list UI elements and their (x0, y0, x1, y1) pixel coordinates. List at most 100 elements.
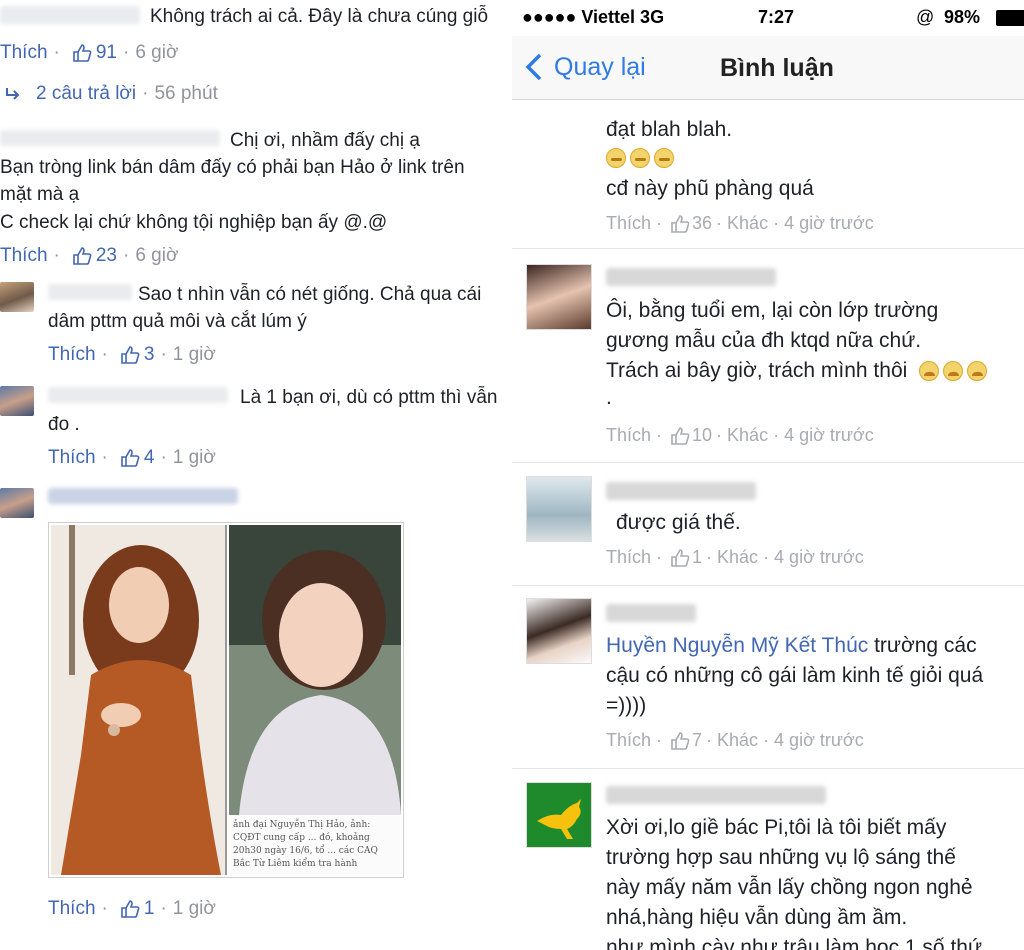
carrier-signal: ●●●●● Viettel 3G (522, 7, 665, 27)
comment-line: cđ này phũ phàng quá (606, 177, 814, 200)
comment-time: 6 giờ (135, 245, 179, 266)
like-link[interactable]: Thích (48, 447, 96, 469)
avatar[interactable] (0, 282, 34, 312)
battery-percent: 98% (944, 7, 981, 27)
meta-rest[interactable]: · Khác · 4 giờ trước (706, 547, 864, 568)
comment-meta: Thích · 10 · Khác · 4 giờ trước (606, 425, 874, 446)
comment-line: Bạn tròng link bán dâm đấy có phải bạn H… (0, 157, 465, 178)
comment-line: nhá,hàng hiệu vẫn dùng ầm ầm. (606, 906, 908, 929)
kangaroo-logo[interactable] (526, 782, 592, 848)
nav-bar: Quay lại Bình luận (512, 36, 1024, 100)
comment-line: Sao t nhìn vẫn có nét giống. Chả qua cái (138, 284, 482, 305)
thumbs-up-icon (73, 44, 92, 62)
emoji-row (606, 146, 678, 170)
divider (512, 585, 1024, 586)
comment-line: dâm pttm quả môi và cắt lúm ý (48, 311, 307, 332)
comment-line: cậu có những cô gái làm kinh tế giỏi quá (606, 664, 984, 687)
thumbs-up-icon (671, 426, 690, 445)
comment-line: Xời ơi,lo giề bác Pi,tôi là tôi biết mấy (606, 816, 947, 839)
comment-meta: Thích · 1 · 1 giờ (48, 898, 216, 920)
like-count: 3 (143, 344, 155, 365)
comment-time: 1 giờ (172, 344, 216, 365)
comment-meta: Thích · 7 · Khác · 4 giờ trước (606, 730, 864, 751)
emoji-icon (654, 148, 674, 169)
comment-meta: Thích · 23 · 6 giờ (0, 245, 179, 267)
like-count: 10 (692, 425, 713, 445)
like-link[interactable]: Thích · (606, 425, 662, 446)
comment-line: này mấy năm vẫn lấy chồng ngon nghẻ (606, 876, 973, 899)
comment-meta: Thích · 4 · 1 giờ (48, 447, 216, 469)
avatar[interactable] (0, 488, 34, 518)
comment-line: C check lại chứ không tội nghiệp bạn ấy … (0, 212, 388, 233)
like-link[interactable]: Thích · (606, 547, 662, 568)
thumbs-up-icon (671, 548, 690, 567)
comment-line: Huyền Nguyễn Mỹ Kết Thúc trường các (606, 634, 977, 658)
thumbs-up-icon (73, 247, 92, 265)
like-count: 7 (692, 730, 703, 750)
comment-line: Là 1 bạn ơi, dù có pttm thì vẫn (240, 387, 498, 408)
avatar[interactable] (0, 386, 34, 416)
emoji-icon (606, 148, 626, 169)
replies-row[interactable]: 2 câu trả lời · 56 phút (4, 83, 218, 105)
comment-line: mặt mà ạ (0, 184, 80, 205)
blurred-name (606, 604, 696, 628)
back-label[interactable]: Quay lại (554, 53, 646, 82)
like-link[interactable]: Thích · (606, 213, 662, 234)
like-link[interactable]: Thích · (606, 730, 662, 751)
blurred-name (606, 482, 756, 506)
like-link[interactable]: Thích (0, 245, 48, 267)
like-link[interactable]: Thích (48, 344, 96, 366)
like-count: 23 (95, 245, 117, 266)
divider (512, 462, 1024, 463)
replies-link[interactable]: 2 câu trả lời (36, 83, 136, 105)
comment-text: trường các (868, 634, 977, 657)
emoji-icon (943, 361, 964, 382)
left-comment-panel: Không trách ai cả. Đây là chưa cúng giỗ … (0, 0, 512, 950)
replies-time: 56 phút (154, 83, 218, 104)
comment-line: . (606, 386, 612, 409)
meta-rest[interactable]: · Khác · 4 giờ trước (706, 730, 864, 751)
comment-text: Không trách ai cả. Đây là chưa cúng giỗ (150, 6, 489, 27)
blurred-name (606, 268, 776, 292)
comment-line: được giá thế. (616, 511, 741, 534)
mobile-comment-screen: ●●●●● Viettel 3G 7:27 @ 98% Quay lại Bìn… (512, 0, 1024, 950)
avatar[interactable] (526, 598, 592, 664)
avatar[interactable] (526, 476, 592, 542)
like-link[interactable]: Thích (48, 898, 96, 920)
back-button[interactable]: Quay lại (524, 52, 646, 82)
clock: 7:27 (758, 7, 795, 27)
comment-meta: Thích · 1 · Khác · 4 giờ trước (606, 547, 864, 568)
photo-collage[interactable]: ảnh đại Nguyễn Thị Hảo, ảnh: CQĐT cung c… (48, 522, 404, 878)
like-count: 4 (143, 447, 155, 468)
meta-rest[interactable]: · Khác · 4 giờ trước (716, 213, 874, 234)
comment-meta: Thích · 3 · 1 giờ (48, 344, 216, 366)
blurred-name (48, 488, 238, 510)
photo-woman-orange-dress[interactable] (51, 525, 227, 875)
mention-link[interactable]: Huyền Nguyễn Mỹ Kết Thúc (606, 634, 868, 657)
comment-line: Trách ai bây giờ, trách mình thôi (606, 359, 908, 382)
photo-woman-selfie[interactable] (229, 525, 401, 815)
comment-line: như mình cày như trâu làm học 1 số thứ (606, 936, 983, 950)
comment-line-with-emoji: Trách ai bây giờ, trách mình thôi (606, 359, 991, 383)
comment-line: trường hợp sau những vụ lộ sáng thế (606, 846, 956, 869)
avatar[interactable] (526, 264, 592, 330)
comment-line: =)))) (606, 694, 647, 717)
emoji-icon (630, 148, 650, 169)
blurred-name (0, 6, 140, 30)
comment-line: gương mẫu của đh ktqd nữa chứ. (606, 329, 922, 352)
blurred-name (48, 387, 228, 409)
like-count: 1 (692, 547, 703, 567)
meta-rest[interactable]: · Khác · 4 giờ trước (716, 425, 874, 446)
thumbs-up-icon (121, 346, 140, 364)
blurred-name (48, 284, 132, 306)
divider (512, 248, 1024, 249)
blurred-name (0, 130, 220, 152)
like-count: 36 (692, 213, 713, 233)
comment-meta: Thích · 91 · 6 giờ (0, 42, 179, 64)
like-count: 91 (95, 42, 117, 63)
comment-meta: Thích · 36 · Khác · 4 giờ trước (606, 213, 874, 234)
thumbs-up-icon (671, 731, 690, 750)
like-count: 1 (143, 898, 155, 919)
like-link[interactable]: Thích (0, 42, 48, 64)
photo-caption: ảnh đại Nguyễn Thị Hảo, ảnh: CQĐT cung c… (229, 815, 401, 875)
